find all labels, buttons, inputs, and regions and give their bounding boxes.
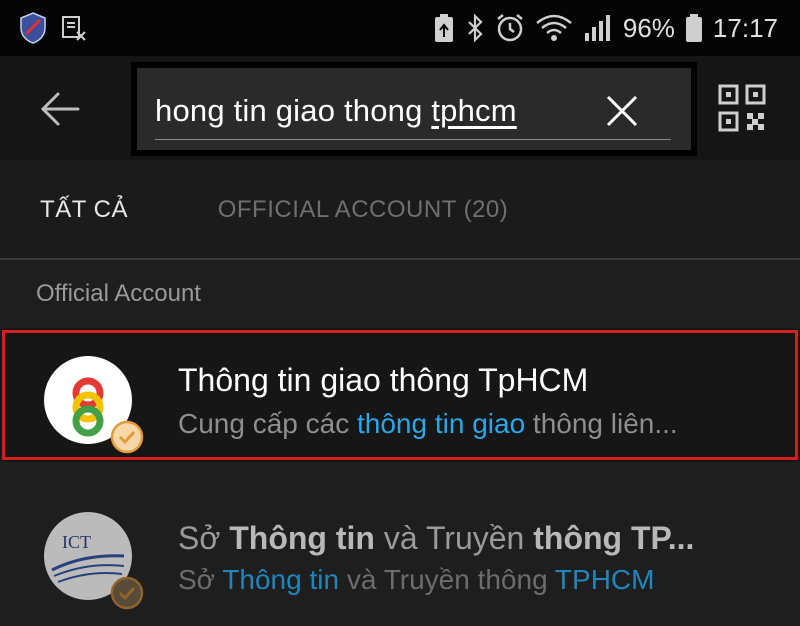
- verified-badge-icon: [110, 420, 144, 454]
- result-item-department-ict[interactable]: ICT Sở Thông tin và Truyền thông TP... S…: [0, 492, 800, 622]
- status-bar-right: 96% 17:17: [433, 13, 800, 44]
- title-highlight: thông TP...: [533, 520, 695, 556]
- title-highlight: Thông tin: [229, 520, 375, 556]
- back-arrow-icon: [40, 92, 80, 126]
- screenshot-icon: [62, 16, 86, 41]
- tab-all[interactable]: TẤT CẢ: [0, 160, 168, 260]
- clock: 17:17: [712, 12, 778, 43]
- battery-icon: [685, 14, 702, 42]
- avatar-logo-text: ICT: [62, 532, 91, 552]
- battery-percent: 96%: [622, 12, 675, 43]
- signal-icon: [584, 15, 610, 41]
- status-bar-left: [0, 12, 88, 44]
- search-query-underlined: tphcm: [431, 93, 517, 128]
- close-icon: [606, 95, 638, 127]
- search-toolbar: hong tin giao thong tphcm: [0, 56, 800, 160]
- tab-bar: TẤT CẢ OFFICIAL ACCOUNT (20): [0, 160, 800, 260]
- title-part: Sở: [178, 520, 230, 556]
- avatar: [44, 356, 144, 454]
- title-part: và Truyền: [374, 520, 534, 556]
- alarm-icon: [497, 14, 523, 42]
- subtitle-highlight: TPHCM: [554, 564, 655, 595]
- back-button[interactable]: [38, 86, 84, 132]
- battery-saver-icon: [434, 14, 453, 42]
- subtitle-part: thông liên...: [525, 408, 678, 439]
- subtitle-part: Sở: [178, 564, 223, 595]
- tab-official-account[interactable]: OFFICIAL ACCOUNT (20): [168, 160, 558, 260]
- search-query[interactable]: hong tin giao thong tphcm: [155, 93, 601, 129]
- section-header: Official Account: [36, 280, 201, 307]
- verified-badge-icon: [110, 576, 144, 610]
- subtitle-part: Cung cấp các: [178, 408, 357, 439]
- wifi-icon: [536, 14, 572, 41]
- result-title: Sở Thông tin và Truyền thông TP...: [178, 520, 694, 557]
- clear-search-button[interactable]: [605, 94, 639, 128]
- subtitle-highlight: thông tin giao: [357, 408, 526, 439]
- tab-divider: [0, 258, 800, 260]
- result-item-traffic-info[interactable]: Thông tin giao thông TpHCM Cung cấp các …: [0, 328, 800, 462]
- shield-app-icon: [20, 12, 46, 44]
- search-frame: hong tin giao thong tphcm: [131, 62, 697, 156]
- result-title: Thông tin giao thông TpHCM: [178, 362, 589, 398]
- search-query-prefix: hong tin giao thong: [155, 93, 432, 128]
- qr-scan-button[interactable]: [718, 84, 766, 132]
- status-bar: 96% 17:17: [0, 0, 800, 56]
- qr-code-icon: [718, 84, 766, 132]
- bluetooth-icon: [468, 13, 483, 43]
- subtitle-highlight: Thông tin: [222, 564, 340, 595]
- avatar: ICT: [44, 512, 144, 610]
- result-subtitle: Sở Thông tin và Truyền thông TPHCM: [178, 564, 654, 596]
- result-subtitle: Cung cấp các thông tin giao thông liên..…: [178, 408, 678, 440]
- subtitle-part: và Truyền thông: [339, 564, 555, 595]
- search-input[interactable]: hong tin giao thong tphcm: [137, 68, 691, 150]
- search-underline: [155, 139, 671, 140]
